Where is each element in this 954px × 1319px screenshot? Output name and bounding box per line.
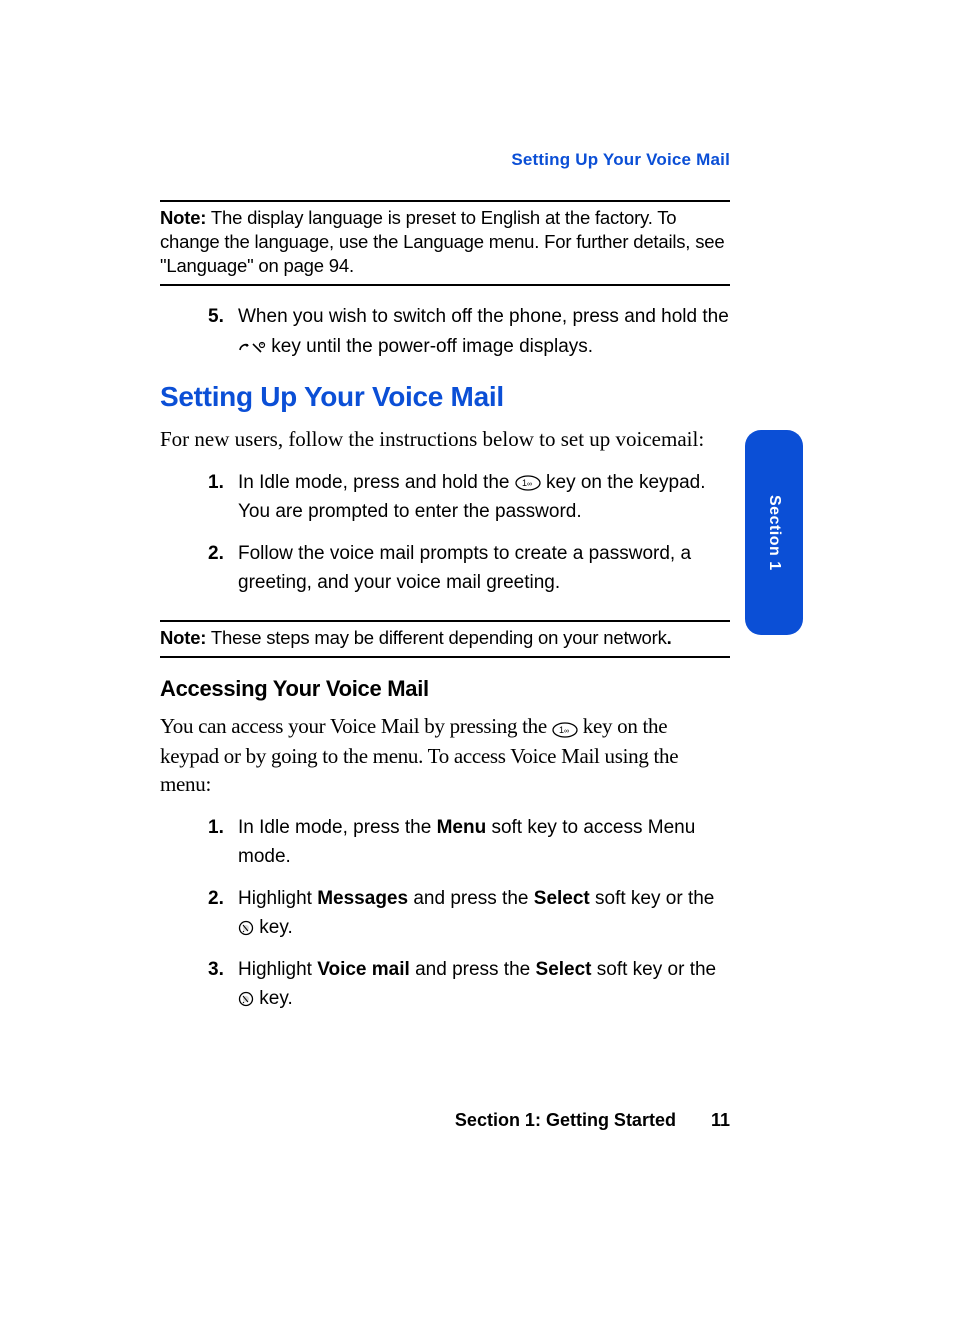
side-tab-section1: Section 1 bbox=[745, 430, 803, 635]
note-block-network: Note: These steps may be different depen… bbox=[160, 620, 730, 658]
list-item: 1. In Idle mode, press the Menu soft key… bbox=[208, 813, 730, 872]
t: In Idle mode, press the bbox=[238, 817, 437, 838]
step-number: 1. bbox=[208, 813, 224, 842]
list-item: 3. Highlight Voice mail and press the Se… bbox=[208, 955, 730, 1014]
note-label: Note: bbox=[160, 627, 206, 648]
step-number: 1. bbox=[208, 468, 224, 497]
footer-section: Section 1: Getting Started bbox=[455, 1110, 676, 1130]
t: and press the bbox=[410, 959, 536, 980]
list-item: 5. When you wish to switch off the phone… bbox=[208, 302, 730, 361]
t: and press the bbox=[408, 888, 534, 909]
step-text: Follow the voice mail prompts to create … bbox=[238, 543, 691, 593]
ok-key-icon bbox=[238, 913, 254, 942]
section-heading: Setting Up Your Voice Mail bbox=[160, 381, 730, 413]
page-content: Setting Up Your Voice Mail Note: The dis… bbox=[160, 150, 730, 1026]
step-text-before: In Idle mode, press and hold the bbox=[238, 472, 515, 493]
subsection-heading: Accessing Your Voice Mail bbox=[160, 676, 730, 702]
t: key. bbox=[259, 988, 292, 1009]
note-block-language: Note: The display language is preset to … bbox=[160, 200, 730, 286]
step-number: 2. bbox=[208, 884, 224, 913]
step-text-before: When you wish to switch off the phone, p… bbox=[238, 306, 729, 327]
svg-text:∞: ∞ bbox=[527, 481, 532, 488]
list-item: 2. Follow the voice mail prompts to crea… bbox=[208, 539, 730, 598]
t: Highlight bbox=[238, 959, 317, 980]
t: key. bbox=[259, 917, 292, 938]
intro-paragraph: For new users, follow the instructions b… bbox=[160, 425, 730, 453]
step-text-after: key until the power-off image displays. bbox=[271, 336, 593, 357]
t: soft key or the bbox=[592, 959, 717, 980]
step-number: 3. bbox=[208, 955, 224, 984]
one-key-icon: 1 ∞ bbox=[552, 714, 578, 742]
running-header: Setting Up Your Voice Mail bbox=[160, 150, 730, 170]
note-text: The display language is preset to Englis… bbox=[160, 207, 724, 276]
bold-messages: Messages bbox=[317, 888, 408, 909]
page-footer: Section 1: Getting Started 11 bbox=[160, 1110, 730, 1131]
t: soft key or the bbox=[590, 888, 715, 909]
poweroff-step-list: 5. When you wish to switch off the phone… bbox=[208, 302, 730, 361]
one-key-icon: 1 ∞ bbox=[515, 468, 541, 497]
step-number: 5. bbox=[208, 302, 224, 331]
footer-page-number: 11 bbox=[711, 1110, 730, 1130]
note-end: . bbox=[667, 627, 672, 648]
t: Highlight bbox=[238, 888, 317, 909]
access-steps-list: 1. In Idle mode, press the Menu soft key… bbox=[208, 813, 730, 1014]
ok-key-icon bbox=[238, 984, 254, 1013]
access-intro: You can access your Voice Mail by pressi… bbox=[160, 712, 730, 799]
bold-menu: Menu bbox=[437, 817, 487, 838]
power-key-icon bbox=[238, 332, 266, 361]
step-number: 2. bbox=[208, 539, 224, 568]
access-intro-before: You can access your Voice Mail by pressi… bbox=[160, 714, 552, 738]
note-text: These steps may be different depending o… bbox=[206, 627, 666, 648]
tab-label: Section 1 bbox=[765, 495, 783, 571]
setup-steps-list: 1. In Idle mode, press and hold the 1 ∞ … bbox=[208, 468, 730, 598]
list-item: 2. Highlight Messages and press the Sele… bbox=[208, 884, 730, 943]
svg-text:∞: ∞ bbox=[564, 728, 569, 735]
bold-select: Select bbox=[536, 959, 592, 980]
list-item: 1. In Idle mode, press and hold the 1 ∞ … bbox=[208, 468, 730, 527]
note-label: Note: bbox=[160, 207, 206, 228]
bold-select: Select bbox=[534, 888, 590, 909]
bold-voicemail: Voice mail bbox=[317, 959, 410, 980]
